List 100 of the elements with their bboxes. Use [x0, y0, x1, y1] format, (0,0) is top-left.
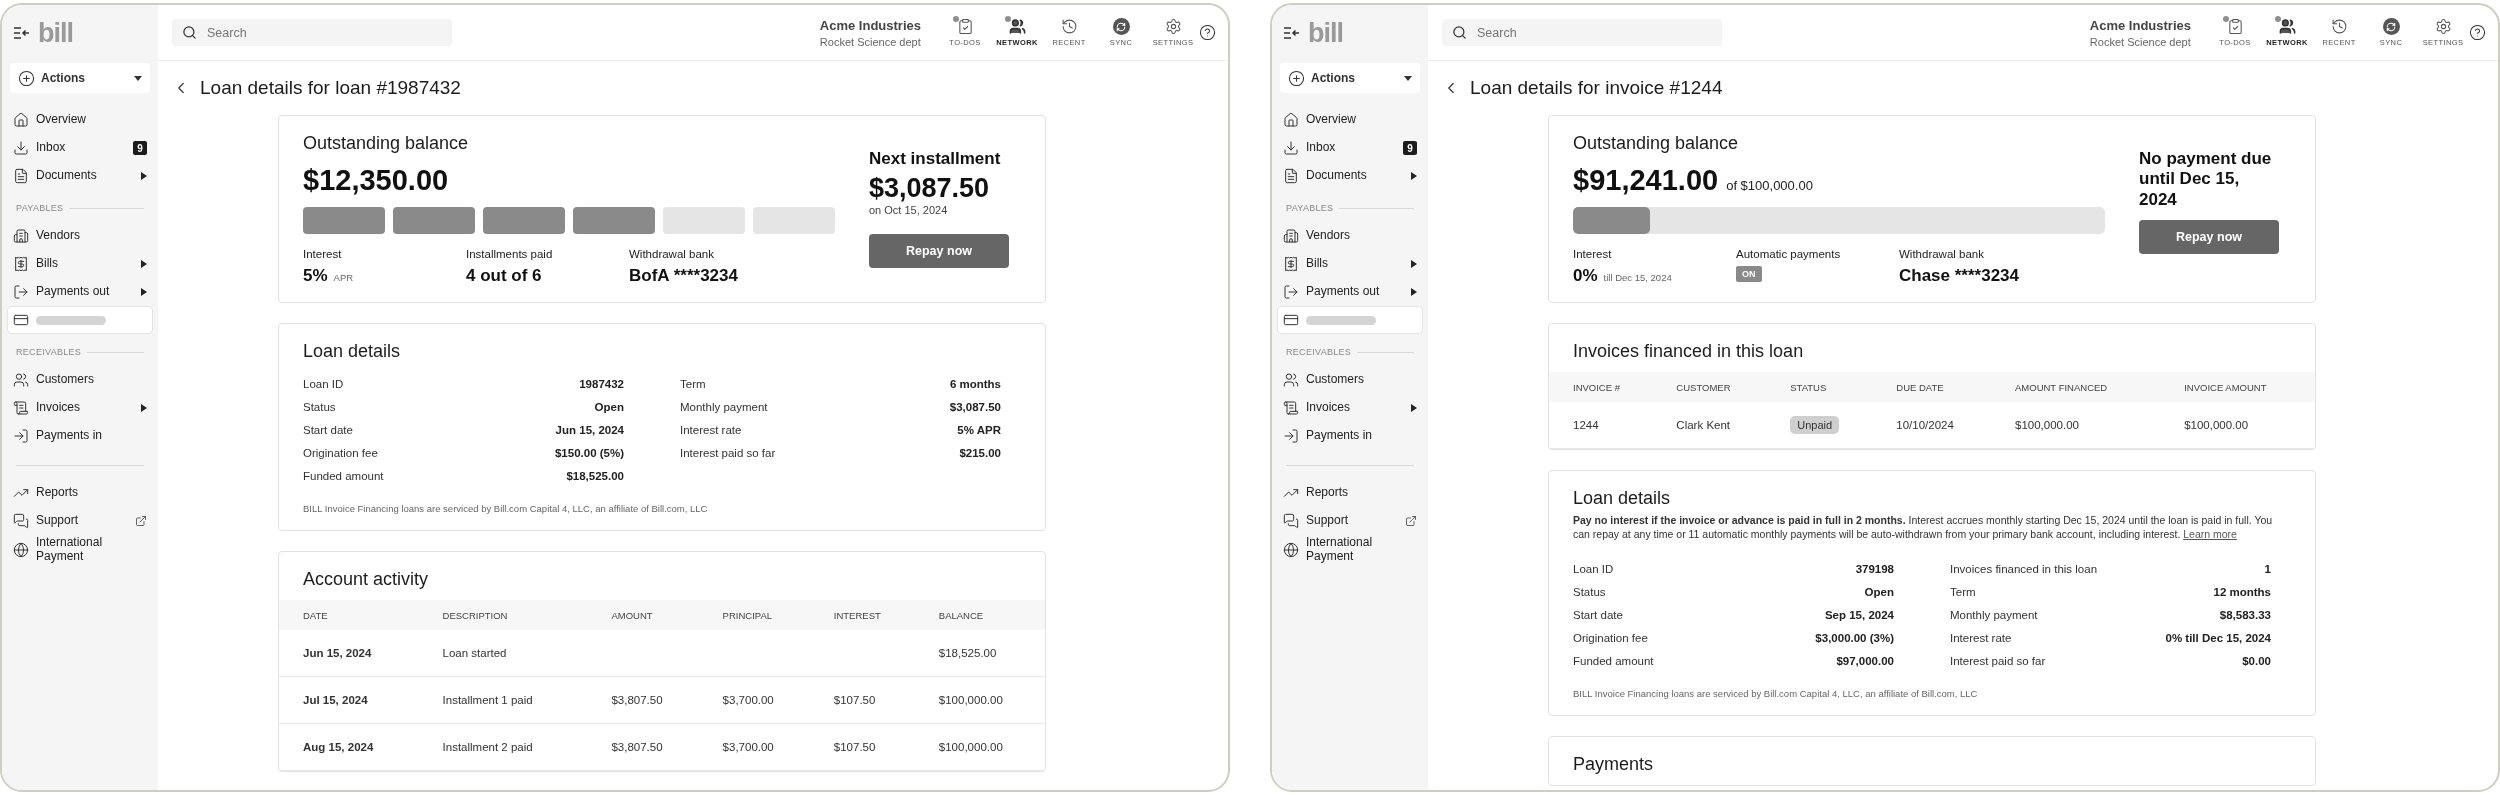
history-icon: [2330, 18, 2348, 35]
sidebar-item[interactable]: Overview: [8, 107, 152, 133]
field-label: Monthly payment: [680, 400, 768, 413]
field-label: Funded amount: [1573, 654, 1654, 667]
table-cell: Clark Kent: [1652, 402, 1767, 449]
sidebar-item[interactable]: Support: [8, 508, 152, 534]
table-cell: Jul 15, 2024: [279, 676, 419, 724]
actions-button[interactable]: Actions: [1280, 63, 1420, 93]
sidebar-item[interactable]: Payments in: [8, 423, 152, 449]
sidebar-item[interactable]: Inbox 9: [1278, 135, 1422, 161]
sidebar-item[interactable]: Bills: [8, 251, 152, 277]
field-label: Invoices financed in this loan: [1950, 562, 2098, 575]
table-cell: $107.50: [809, 676, 915, 724]
table-cell: $107.50: [809, 723, 915, 771]
stat-value: 5%: [303, 266, 328, 286]
sidebar-item[interactable]: Customers: [1278, 367, 1422, 393]
sidebar-item[interactable]: Vendors: [8, 223, 152, 249]
table-cell: Installment 2 paid: [418, 723, 588, 771]
sidebar-item[interactable]: Documents: [8, 163, 152, 189]
stat-value: 4 out of 6: [466, 266, 542, 286]
balance-amount: $12,350.00: [303, 164, 449, 197]
caret-icon: [1404, 75, 1412, 81]
caret-icon: [1411, 172, 1417, 180]
sidebar-item[interactable]: Customers: [8, 367, 152, 393]
learn-more-link[interactable]: Learn more: [2183, 528, 2237, 541]
table-cell: $100,000.00: [914, 676, 1045, 724]
sidebar-item[interactable]: Support: [1278, 508, 1422, 534]
sidebar-item[interactable]: Reports: [1278, 480, 1422, 506]
field-value: 1: [2264, 562, 2271, 575]
column-header: DESCRIPTION: [418, 600, 588, 630]
company-name: Acme Industries: [2089, 17, 2191, 33]
receipt-icon: [1283, 256, 1299, 272]
column-header: INTEREST: [809, 600, 915, 630]
table-cell: Installment 1 paid: [418, 676, 588, 724]
installment-amount: $3,087.50: [869, 173, 991, 205]
people-icon: [13, 372, 29, 388]
search-field[interactable]: Search: [172, 19, 452, 46]
repay-button[interactable]: Repay now: [869, 234, 1009, 269]
field-label: Term: [1950, 585, 1976, 598]
card-title: Outstanding balance: [303, 133, 470, 154]
sidebar-item[interactable]: Reports: [8, 480, 152, 506]
table-cell: Loan started: [418, 630, 588, 677]
sidebar-item[interactable]: Invoices: [8, 395, 152, 421]
plus-icon: [18, 69, 35, 87]
column-header: STATUS: [1766, 372, 1873, 402]
table-cell: 1244: [1549, 402, 1653, 449]
help-icon[interactable]: [2469, 24, 2486, 41]
download-icon: [1283, 140, 1299, 156]
field-label: Origination fee: [303, 446, 378, 459]
document-icon: [13, 168, 29, 184]
people-icon: [1008, 18, 1026, 35]
search-field[interactable]: Search: [1442, 19, 1722, 46]
placeholder-bar: [36, 315, 106, 325]
collapse-menu-icon[interactable]: [14, 27, 30, 39]
field-label: Status: [303, 400, 336, 413]
chat-icon: [1283, 513, 1299, 529]
sidebar-item[interactable]: Bills: [1278, 251, 1422, 277]
sidebar-item[interactable]: Payments out: [1278, 279, 1422, 305]
actions-button[interactable]: Actions: [10, 63, 150, 93]
sidebar-item[interactable]: Payments out: [8, 279, 152, 305]
caret-icon: [141, 404, 147, 412]
collapse-menu-icon[interactable]: [1284, 27, 1300, 39]
repay-button[interactable]: Repay now: [2139, 220, 2279, 255]
field-label: Loan ID: [303, 377, 344, 390]
sidebar-item[interactable]: International Payment: [8, 536, 152, 564]
page-title: Loan details for invoice #1244: [1470, 77, 1723, 99]
sidebar-item[interactable]: Vendors: [1278, 223, 1422, 249]
company-name: Acme Industries: [819, 17, 921, 33]
external-link-icon: [1405, 515, 1417, 527]
table-cell: $100,000.00: [914, 723, 1045, 771]
sidebar-item[interactable]: International Payment: [1278, 536, 1422, 564]
sync-icon: [2382, 18, 2400, 35]
sidebar-item[interactable]: Overview: [1278, 107, 1422, 133]
stat-value: Chase ****3234: [1899, 266, 2020, 286]
department-name: Rocket Science dept: [2089, 35, 2191, 48]
scroll-icon: [13, 400, 29, 416]
table-cell: $100,000.00: [1991, 402, 2161, 449]
sidebar-item[interactable]: Invoices: [1278, 395, 1422, 421]
field-label: Interest paid so far: [1950, 654, 2046, 667]
status-badge: Unpaid: [1790, 416, 1840, 434]
count-badge: 9: [1403, 141, 1417, 155]
enter-arrow-icon: [13, 428, 29, 444]
caret-icon: [1411, 260, 1417, 268]
table-cell: Jun 15, 2024: [279, 630, 419, 677]
field-value: $0.00: [2242, 654, 2271, 667]
sidebar-item[interactable]: Inbox 9: [8, 135, 152, 161]
column-header: INVOICE #: [1549, 372, 1653, 402]
clipboard-icon: [956, 18, 974, 35]
help-icon[interactable]: [1199, 24, 1216, 41]
field-value: $8,583.33: [2219, 608, 2271, 621]
column-header: AMOUNT: [587, 600, 699, 630]
field-value: 5% APR: [957, 423, 1001, 436]
sidebar-item[interactable]: Documents: [1278, 163, 1422, 189]
card-title: Account activity: [302, 569, 430, 590]
table-cell: 10/10/2024: [1872, 402, 1991, 449]
sync-icon: [1112, 18, 1130, 35]
field-label: Term: [680, 377, 706, 390]
section-label: RECEIVABLES: [16, 347, 82, 357]
field-value: $3,000.00 (3%): [1815, 631, 1894, 644]
sidebar-item[interactable]: Payments in: [1278, 423, 1422, 449]
